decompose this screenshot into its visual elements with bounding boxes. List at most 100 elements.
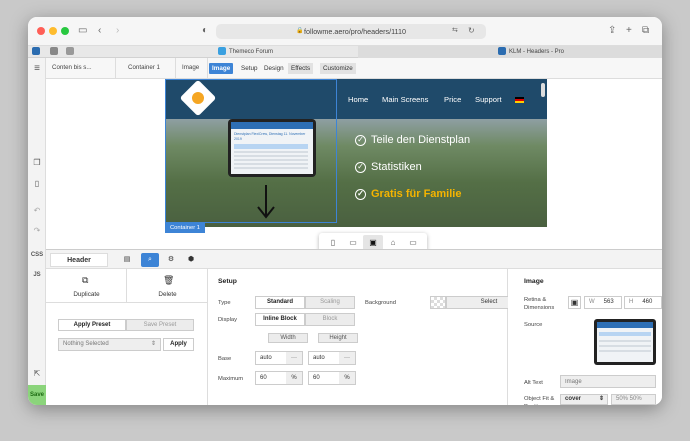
object-fit-select[interactable]: cover ⇕ [560,394,608,405]
feature-label: Teile den Dienstplan [371,134,471,146]
background-label: Background [365,300,396,306]
privacy-shield-icon[interactable]: ◐ [202,25,208,37]
nav-main-screens[interactable]: Main Screens [382,95,428,104]
laptop-icon[interactable]: ⌂ [383,235,403,250]
more-icon[interactable]: ··· [339,352,355,364]
duplicate-label: Duplicate [73,291,100,298]
sidebar-icon[interactable]: ▭ [78,25,87,37]
alt-text-label: Alt Text [524,380,543,386]
breadcrumb-item[interactable]: Image [176,58,208,78]
forward-icon[interactable]: › [116,25,119,37]
unit-select[interactable]: % [286,372,302,384]
tablet-icon[interactable]: ▣ [363,235,383,250]
responsive-icon[interactable]: ▯ [28,179,46,188]
base-height-value: auto [313,355,325,361]
more-icon[interactable]: ··· [286,352,302,364]
tab-customize[interactable]: Customize [320,63,356,74]
back-icon[interactable]: ‹ [98,25,101,37]
apply-button[interactable]: Apply [163,338,194,351]
feature-label: Statistiken [371,161,422,173]
max-height-input[interactable]: 60% [308,371,356,385]
css-button[interactable]: CSS [28,252,46,258]
minimize-window-button[interactable] [49,27,57,35]
check-circle-icon: ✓ [355,188,366,200]
tab-label: Themeco Forum [229,49,274,55]
tab-setup[interactable]: Setup [238,63,260,74]
width-input[interactable]: W 563 [584,296,622,309]
display-block-option[interactable]: Block [305,313,355,326]
tab-klm-headers[interactable]: KLM - Headers - Pro [358,46,662,58]
color-swatch[interactable] [430,296,446,309]
type-label: Type [218,300,231,306]
e-logo-icon [66,47,74,56]
pro-icon [498,47,506,56]
max-width-input[interactable]: 60% [255,371,303,385]
type-standard-option[interactable]: Standard [255,296,305,309]
menu-icon[interactable]: ≡ [28,63,46,74]
image-heading: Image [524,278,544,285]
apply-preset-tab[interactable]: Apply Preset [58,319,126,331]
object-position-input[interactable]: 50% 50% [611,394,656,405]
lock-icon: 🔒 [296,28,304,34]
reload-icon[interactable]: ↻ [468,26,475,35]
base-width-input[interactable]: auto ··· [255,351,303,365]
base-width-value: auto [260,355,272,361]
hex-icon[interactable]: ⬢ [184,253,198,267]
close-window-button[interactable] [37,27,45,35]
delete-button[interactable]: 🗑 Delete [127,269,208,303]
new-tab-icon[interactable]: + [626,25,632,37]
js-button[interactable]: JS [28,272,46,278]
height-input[interactable]: H 460 [624,296,662,309]
layout-icon[interactable]: ▤ [120,253,134,267]
breadcrumb-item[interactable]: Container 1 [116,58,176,78]
undo-icon[interactable]: ↶ [28,206,46,215]
external-link-icon[interactable]: ⇱ [28,369,46,378]
tab-header[interactable]: Header [50,253,108,267]
source-image-thumbnail[interactable] [594,319,656,365]
display-inline-block-option[interactable]: Inline Block [255,313,305,326]
base-height-input[interactable]: auto ··· [308,351,356,365]
tab-design[interactable]: Design [261,63,287,74]
retina-toggle-icon[interactable]: ▣ [568,296,581,309]
nav-home[interactable]: Home [348,95,368,104]
setup-panel: Setup Type Standard Scaling Display Inli… [208,269,532,405]
nav-support[interactable]: Support [475,95,502,104]
nav-price[interactable]: Price [444,95,461,104]
source-label: Source [524,322,543,328]
tab-label: KLM - Headers - Pro [509,49,565,55]
breadcrumb-item[interactable]: Conten bis s... [46,58,116,78]
address-bar[interactable]: 🔒 followme.aero/pro/headers/1110 ⇆ ↻ [216,24,486,39]
redo-icon[interactable]: ↷ [28,226,46,235]
gear-icon[interactable]: ⚙ [164,253,178,267]
desktop-icon[interactable]: ▭ [403,235,423,250]
pinned-tab-e[interactable] [66,46,77,58]
elements-icon[interactable]: ❒ [28,158,46,167]
unit-select[interactable]: % [339,372,355,384]
tab-overview-icon[interactable]: ⧉ [642,25,649,37]
tab-effects[interactable]: Effects [288,63,314,74]
tab-themeco-forum[interactable]: Themeco Forum [218,46,273,58]
tab-image[interactable]: Image [209,63,234,74]
selection-outline[interactable] [165,79,337,223]
object-fit-value: cover [565,396,582,402]
selection-label[interactable]: Container 1 [165,223,205,233]
duplicate-button[interactable]: ⧉ Duplicate [46,269,127,303]
pinned-tab-a[interactable] [50,46,61,58]
w-value: 563 [603,299,614,305]
save-preset-tab[interactable]: Save Preset [126,319,194,331]
width-header: Width [268,333,308,343]
pinned-tab-x[interactable] [32,46,43,58]
type-scaling-option[interactable]: Scaling [305,296,355,309]
phone-landscape-icon[interactable]: ▭ [343,235,363,250]
preset-select[interactable]: Nothing Selected ⇕ [58,338,161,351]
scrollbar[interactable] [541,83,545,97]
save-button[interactable]: Save [28,385,46,405]
german-flag-icon[interactable] [515,97,524,103]
alt-text-input[interactable] [560,375,656,388]
share-icon[interactable]: ⇪ [608,25,616,37]
search-icon[interactable]: ⌕ [141,253,159,267]
copy-icon: ⧉ [82,275,89,285]
phone-portrait-icon[interactable]: ▯ [323,235,343,250]
zoom-window-button[interactable] [61,27,69,35]
translate-icon[interactable]: ⇆ [452,26,458,34]
